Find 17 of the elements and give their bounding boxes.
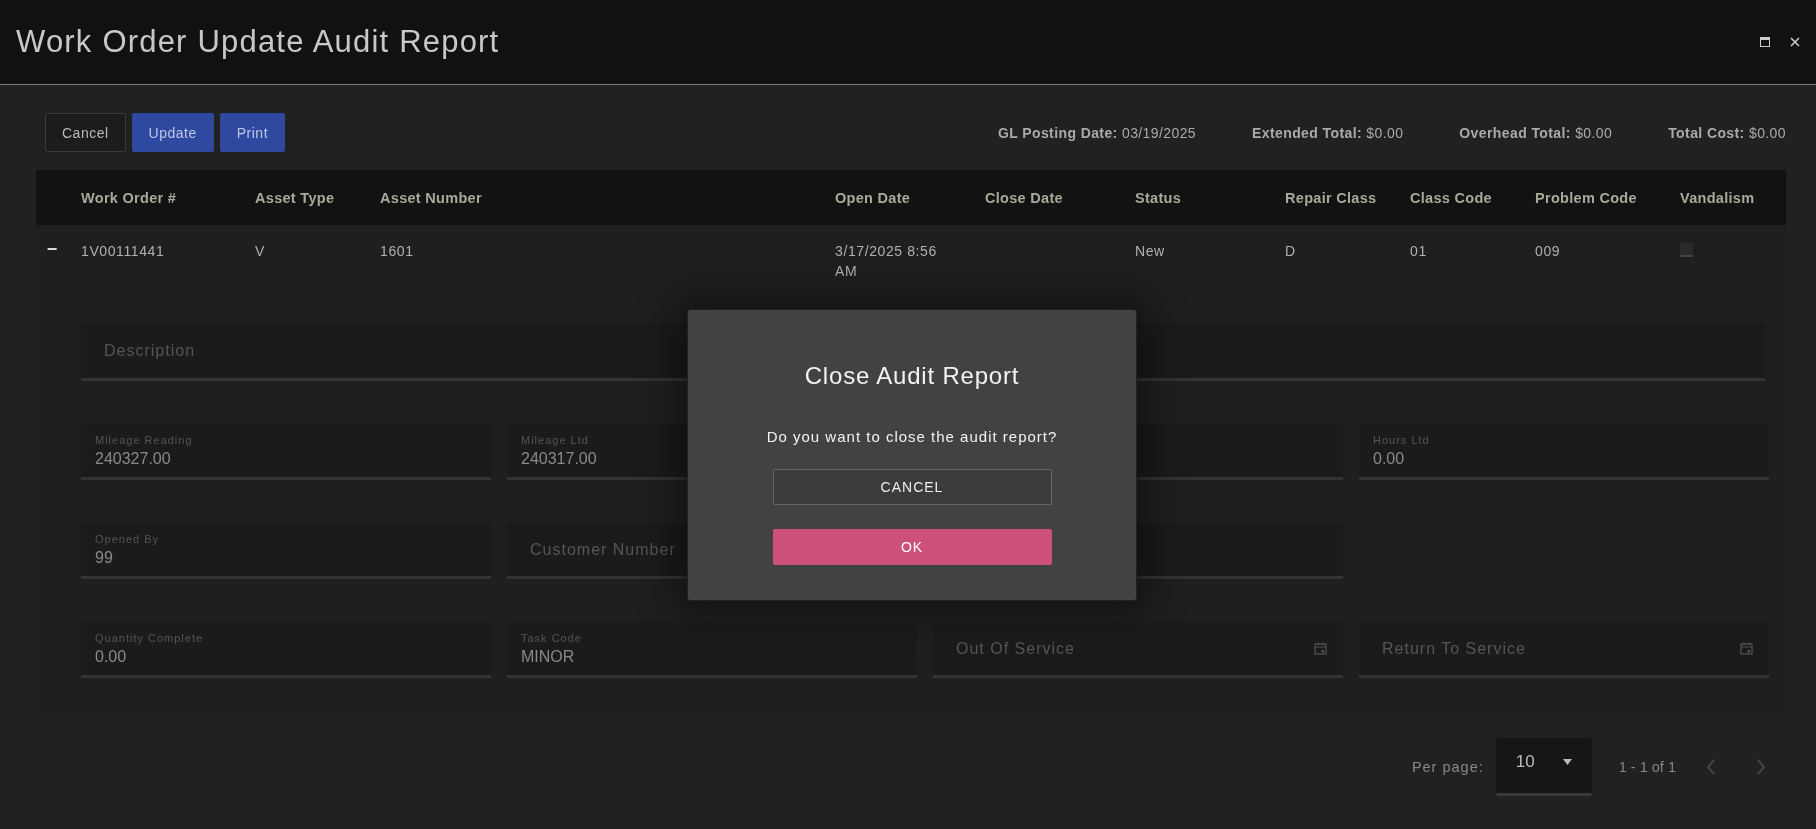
total-label: Extended Total: $0.00	[1252, 124, 1404, 141]
table-cell-text: V	[255, 242, 266, 261]
table-cell-text: 009	[1535, 242, 1562, 261]
table-cell-text: 01	[1410, 242, 1428, 261]
dialog-title: Close Audit Report	[804, 362, 1020, 390]
total-label: Total Cost: $0.00	[1668, 124, 1786, 141]
table-cell-text: D	[1285, 242, 1297, 261]
window-title: Work Order Update Audit Report	[16, 24, 500, 60]
table-cell-text: New	[1135, 242, 1166, 261]
table-cell-text: 3/17/2025 8:56 AM	[835, 242, 938, 281]
dialog-message: Do you want to close the audit report?	[766, 428, 1058, 445]
total-label: Overhead Total: $0.00	[1459, 124, 1613, 141]
page-range: 1 - 1 of 1	[1618, 759, 1676, 775]
table-cell-text: 1V00111441	[81, 242, 166, 261]
total-label: GL Posting Date: 03/19/2025	[997, 124, 1197, 141]
per-page-label: Per page:	[1411, 759, 1484, 775]
table-cell-text: 1601	[380, 242, 415, 261]
